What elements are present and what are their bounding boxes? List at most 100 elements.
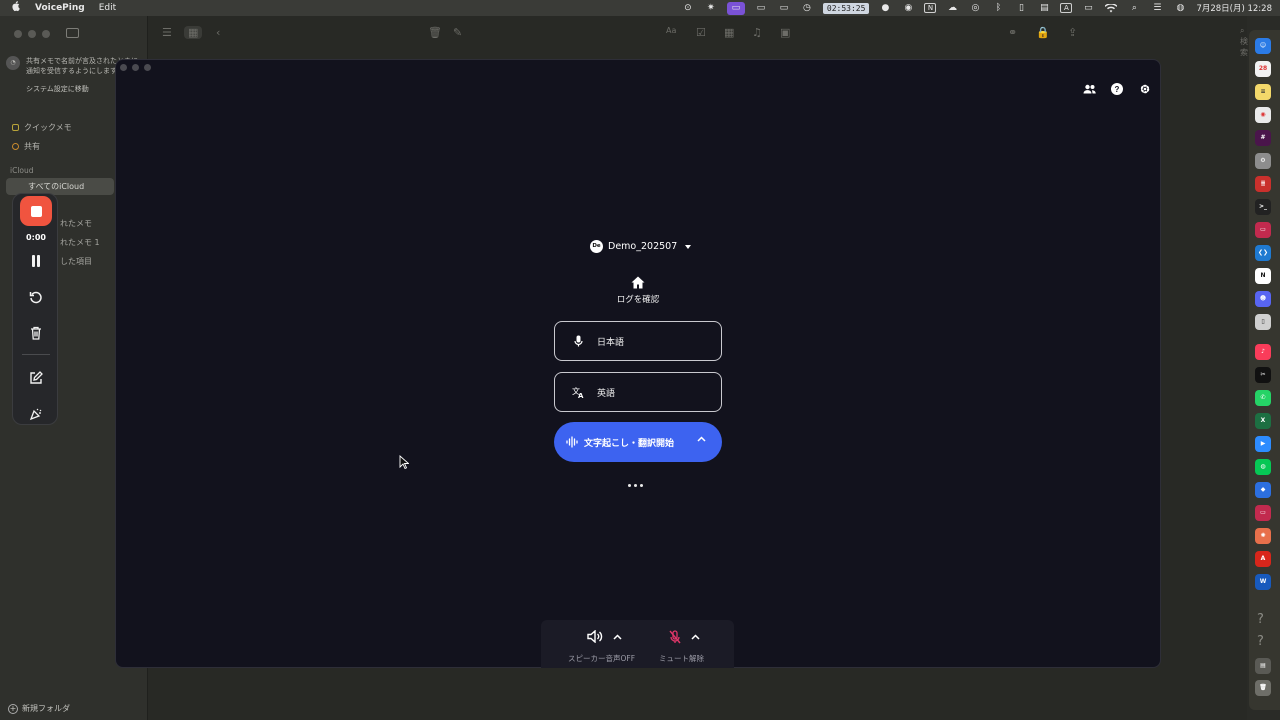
downloads-icon[interactable]: ▤ xyxy=(1255,658,1271,674)
chrome-icon[interactable]: ◉ xyxy=(1255,107,1271,123)
voiceping-app-icon[interactable]: ◆ xyxy=(1255,482,1271,498)
siri-icon[interactable]: ◍ xyxy=(1173,2,1187,14)
sidebar-toggle-icon[interactable] xyxy=(66,28,79,38)
effects-button[interactable] xyxy=(26,404,46,424)
format-text-icon[interactable]: Aa xyxy=(666,26,676,35)
notes-app-icon[interactable]: ≡ xyxy=(1255,84,1271,100)
start-transcription-button[interactable]: 文字起こし・翻訳開始 xyxy=(554,422,722,462)
slack-icon[interactable]: # xyxy=(1255,130,1271,146)
checklist-icon[interactable]: ☑ xyxy=(696,26,706,39)
trash-icon[interactable]: 🗑 xyxy=(428,26,442,39)
terminal-icon[interactable]: >_ xyxy=(1255,199,1271,215)
microphone-muted-icon[interactable] xyxy=(669,630,681,644)
zoom-button[interactable] xyxy=(144,64,151,71)
input-source-icon[interactable]: A xyxy=(1060,3,1073,13)
back-chevron-icon[interactable]: ‹ xyxy=(216,26,220,39)
pause-button[interactable] xyxy=(26,251,46,271)
collaborate-icon[interactable]: ⚭ xyxy=(1008,26,1017,39)
clipboard-icon[interactable]: ▯ xyxy=(1014,2,1028,14)
zoom-app-icon[interactable]: ▶ xyxy=(1255,436,1271,452)
settings-button[interactable] xyxy=(1138,82,1152,96)
discord-icon[interactable]: ☻ xyxy=(1255,291,1271,307)
notion-icon[interactable]: N xyxy=(924,3,937,13)
sidebar-item-shared[interactable]: 共有 xyxy=(12,141,40,152)
whatsapp-icon[interactable]: ✆ xyxy=(1255,390,1271,406)
annotate-button[interactable] xyxy=(26,368,46,388)
restart-button[interactable] xyxy=(26,287,46,307)
table-icon[interactable]: ▦ xyxy=(724,26,734,39)
project-selector[interactable]: De Demo_202507 xyxy=(590,240,692,253)
help-button[interactable]: ? xyxy=(1110,82,1124,96)
display-icon-2[interactable]: ▭ xyxy=(777,2,791,14)
excel-icon[interactable]: X xyxy=(1255,413,1271,429)
notion-icon[interactable]: N xyxy=(1255,268,1271,284)
line-app-icon[interactable]: ◍ xyxy=(1255,459,1271,475)
new-folder-button[interactable]: + 新規フォルダ xyxy=(8,703,70,714)
list-view-icon[interactable]: ☰ xyxy=(162,26,172,39)
clock-status-icon[interactable]: ◷ xyxy=(800,2,814,14)
share-icon[interactable]: ⇪ xyxy=(1068,26,1077,39)
search-icon[interactable]: ⌕ xyxy=(1127,2,1141,14)
grid-view-icon[interactable]: ▦ xyxy=(184,26,203,39)
chevron-up-icon[interactable] xyxy=(697,436,706,442)
calendar-icon[interactable]: 28 xyxy=(1255,61,1271,77)
lock-icon[interactable]: 🔒 xyxy=(1036,26,1050,39)
claude-icon[interactable]: ✺ xyxy=(1255,528,1271,544)
menubar-clock[interactable]: 7月28日(月) 12:28 xyxy=(1196,2,1272,14)
stop-record-status-icon[interactable]: ⊙ xyxy=(681,2,695,14)
acrobat-icon[interactable]: A xyxy=(1255,551,1271,567)
source-language-button[interactable]: 日本語 xyxy=(554,321,722,361)
bluetooth-icon[interactable]: ᛒ xyxy=(991,2,1005,14)
sidebar-item-partial-2[interactable]: れたメモ 1 xyxy=(60,237,100,248)
system-settings-icon[interactable]: ⚙ xyxy=(1255,153,1271,169)
sidebar-item-partial-3[interactable]: した項目 xyxy=(60,256,92,267)
database-icon[interactable]: ≣ xyxy=(1255,176,1271,192)
edit-menu[interactable]: Edit xyxy=(99,3,116,13)
unknown-app-icon-2[interactable]: ? xyxy=(1257,634,1264,649)
minimize-button[interactable] xyxy=(28,30,36,38)
minimize-button[interactable] xyxy=(132,64,139,71)
close-button[interactable] xyxy=(14,30,22,38)
home-icon[interactable] xyxy=(630,275,646,291)
target-language-button[interactable]: 文A 英語 xyxy=(554,372,722,412)
audio-icon[interactable]: ♫ xyxy=(752,26,762,39)
media-icon[interactable]: ▣ xyxy=(780,26,790,39)
search-field[interactable]: ⌕ 検索 xyxy=(1240,26,1248,58)
trash-bin-icon[interactable]: 🗑 xyxy=(1255,680,1271,696)
window-icon[interactable]: ▤ xyxy=(1037,2,1051,14)
wifi-icon[interactable] xyxy=(1104,2,1118,14)
word-icon[interactable]: W xyxy=(1255,574,1271,590)
zoom-button[interactable] xyxy=(42,30,50,38)
screen-recorder-icon-2[interactable]: ▭ xyxy=(1255,505,1271,521)
speaker-icon[interactable] xyxy=(587,630,603,643)
app-menu[interactable]: VoicePing xyxy=(35,3,85,13)
control-center-icon[interactable]: ☰ xyxy=(1150,2,1164,14)
display-icon[interactable]: ▭ xyxy=(754,2,768,14)
apple-icon[interactable] xyxy=(12,1,21,15)
screen-recorder-icon[interactable]: ▭ xyxy=(1255,222,1271,238)
screen-share-icon[interactable]: ▭ xyxy=(726,1,745,15)
stop-recording-button[interactable] xyxy=(20,196,52,226)
capcut-icon[interactable]: ✂ xyxy=(1255,367,1271,383)
cloud-icon[interactable]: ☁ xyxy=(945,2,959,14)
close-button[interactable] xyxy=(120,64,127,71)
participants-button[interactable] xyxy=(1082,82,1096,96)
discard-button[interactable] xyxy=(26,323,46,343)
vscode-icon[interactable]: ❮❯ xyxy=(1255,245,1271,261)
more-options-button[interactable] xyxy=(628,484,643,487)
line-icon[interactable]: ● xyxy=(878,2,892,14)
compose-icon[interactable]: ✎ xyxy=(453,26,462,39)
chevron-up-icon[interactable] xyxy=(613,633,622,640)
chevron-up-icon[interactable] xyxy=(691,634,700,640)
battery-icon[interactable]: ▭ xyxy=(1081,2,1095,14)
unknown-app-icon[interactable]: ? xyxy=(1257,612,1264,627)
finder-icon[interactable]: ☺ xyxy=(1255,38,1271,54)
sparkle-icon[interactable]: ✷ xyxy=(704,2,718,14)
menubar-timer[interactable]: 02:53:25 xyxy=(822,2,870,14)
preview-icon[interactable]: ▯ xyxy=(1255,314,1271,330)
music-icon[interactable]: ♪ xyxy=(1255,344,1271,360)
zoom-icon[interactable]: ◉ xyxy=(901,2,915,14)
sidebar-item-quick-notes[interactable]: クイックメモ xyxy=(12,122,72,133)
view-log-link[interactable]: ログを確認 xyxy=(588,293,688,305)
sidebar-item-partial-1[interactable]: れたメモ xyxy=(60,218,92,229)
